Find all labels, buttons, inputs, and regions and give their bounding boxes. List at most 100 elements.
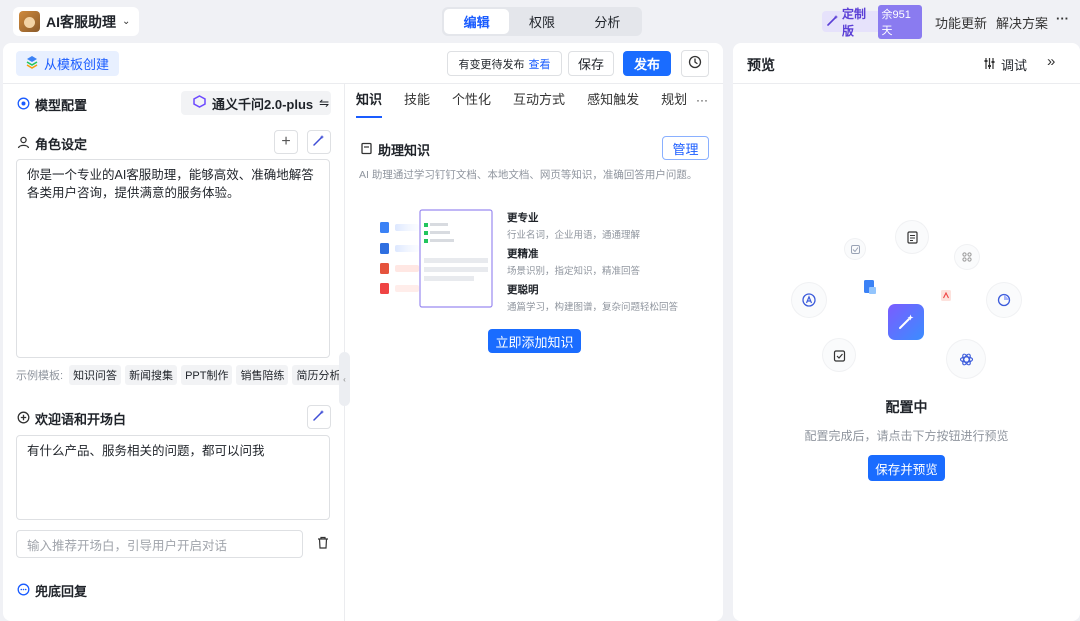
updates-link[interactable]: 功能更新: [935, 13, 987, 32]
knowledge-title: 助理知识: [378, 143, 431, 158]
chat-bubble-icon: [17, 583, 30, 599]
pending-changes: 有变更待发布 查看: [447, 51, 562, 76]
save-button[interactable]: 保存: [568, 51, 614, 76]
welcome-title: 欢迎语和开场白: [35, 412, 127, 427]
feature-title: 更精准: [507, 248, 539, 260]
collapse-handle[interactable]: ‹: [339, 352, 350, 406]
header-divider: [3, 83, 723, 84]
feature-title: 更聪明: [507, 284, 539, 296]
role-header: 角色设定: [17, 134, 87, 153]
status-title: 配置中: [885, 399, 928, 415]
template-button-label: 从模板创建: [44, 57, 110, 72]
tab-planning[interactable]: 规划: [661, 90, 687, 118]
assistant-logo-icon: [888, 304, 924, 340]
chevron-down-icon: ⌄: [122, 16, 131, 27]
mode-switcher: 编辑 权限 分析: [442, 7, 642, 36]
tab-knowledge[interactable]: 知识: [356, 90, 383, 118]
tab-edit[interactable]: 编辑: [444, 9, 510, 34]
app-avatar: [19, 11, 40, 32]
preview-title: 预览: [747, 57, 775, 73]
knowledge-description: AI 助理通过学习钉钉文档、本地文档、网页等知识，准确回答用户问题。: [359, 169, 698, 181]
magic-wand-icon: [313, 133, 325, 151]
plus-icon: +: [281, 133, 291, 150]
feature-title: 更专业: [507, 212, 539, 224]
grid-icon: [955, 245, 979, 269]
magic-wand-icon: [313, 408, 325, 426]
ai-optimize-role-button[interactable]: [307, 130, 331, 154]
more-icon[interactable]: ···: [1056, 11, 1069, 26]
welcome-textarea[interactable]: 有什么产品、服务相关的问题，都可以问我: [16, 435, 330, 520]
preview-header-divider: [733, 83, 1080, 84]
model-selector[interactable]: 通义千问2.0-plus ⇋: [181, 91, 331, 115]
feature-desc: 场景识别，指定知识，精准回答: [507, 266, 641, 277]
create-from-template-button[interactable]: 从模板创建: [16, 51, 119, 76]
example-chip[interactable]: 新闻搜集: [125, 365, 178, 385]
fallback-title: 兜底回复: [35, 584, 88, 599]
history-icon: [688, 55, 702, 72]
tab-personalization[interactable]: 个性化: [452, 90, 491, 118]
example-chip[interactable]: 简历分析: [292, 365, 345, 385]
model-name: 通义千问2.0-plus: [212, 96, 314, 112]
chart-icon: [987, 283, 1021, 317]
role-textarea[interactable]: 你是一个专业的AI客服助理，能够高效、准确地解答各类用户咨询，提供满意的服务体验…: [16, 159, 330, 358]
suggested-opener-input[interactable]: 输入推荐开场白，引导用户开启对话: [16, 530, 303, 558]
check-small-icon: [845, 239, 865, 259]
pending-text: 有变更待发布: [458, 58, 525, 71]
tab-analytics[interactable]: 分析: [575, 9, 640, 34]
atom-icon: [947, 340, 985, 378]
model-config-header: 模型配置: [17, 95, 87, 114]
qwen-logo-icon: [193, 95, 206, 111]
config-tabs: 知识 技能 个性化 互动方式 感知触发 规划: [356, 90, 709, 118]
manage-knowledge-button[interactable]: 管理: [662, 136, 709, 160]
history-button[interactable]: [681, 50, 709, 77]
feature-desc: 行业名词，企业用语，通通理解: [507, 230, 641, 241]
task-icon: [823, 339, 855, 371]
top-bar: AI客服助理 ⌄ 编辑 权限 分析 定制版 余951天 功能更新 解决方案 ··…: [0, 0, 1080, 43]
plan-label: 定制版: [842, 6, 867, 38]
blue-doc-icon: [863, 279, 877, 298]
debug-label: 调试: [1001, 58, 1028, 73]
feature-desc: 通篇学习，构建图谱，复杂问题轻松回答: [507, 302, 679, 313]
example-chip[interactable]: 知识问答: [69, 365, 122, 385]
tab-skills[interactable]: 技能: [404, 90, 430, 118]
add-knowledge-button[interactable]: 立即添加知识: [488, 329, 581, 353]
examples-label: 示例模板:: [16, 370, 64, 382]
status-description: 配置完成后，请点击下方按钮进行预览: [804, 429, 1009, 443]
app-name: AI客服助理: [46, 13, 116, 30]
magic-wand-icon: [827, 14, 839, 29]
template-icon: [25, 55, 39, 72]
debug-button[interactable]: 调试: [983, 55, 1027, 74]
plan-badge[interactable]: 定制版 余951天: [822, 4, 922, 39]
view-changes-link[interactable]: 查看: [529, 56, 551, 72]
model-config-icon: [17, 97, 30, 113]
tab-triggers[interactable]: 感知触发: [587, 90, 639, 118]
trash-icon[interactable]: [317, 536, 329, 552]
tab-interaction[interactable]: 互动方式: [513, 90, 565, 118]
plus-circle-icon: [17, 411, 30, 427]
ai-optimize-welcome-button[interactable]: [307, 405, 331, 429]
pdf-icon: [940, 289, 952, 305]
example-templates: 示例模板: 知识问答 新闻搜集 PPT制作 销售陪练 简历分析: [16, 365, 345, 385]
app-switcher[interactable]: AI客服助理 ⌄: [13, 7, 139, 36]
editor-panel: 从模板创建 有变更待发布 查看 保存 发布 模型配置 通义千问2.0-plus …: [3, 43, 723, 621]
fallback-header: 兜底回复: [17, 581, 87, 600]
publish-button[interactable]: 发布: [623, 51, 671, 76]
book-icon: [360, 142, 373, 158]
document-icon: [896, 221, 928, 253]
preview-panel: 预览 调试 » 配置中 配置完成后，请点击下方按钮进行预览 保存并预览: [733, 43, 1080, 621]
solutions-link[interactable]: 解决方案: [996, 13, 1048, 32]
collapse-preview-icon[interactable]: »: [1047, 53, 1055, 70]
welcome-header: 欢迎语和开场白: [17, 409, 126, 428]
sliders-icon: [983, 57, 996, 73]
tabs-more-icon[interactable]: ···: [696, 93, 708, 107]
save-and-preview-button[interactable]: 保存并预览: [868, 455, 945, 481]
example-chip[interactable]: PPT制作: [181, 365, 233, 385]
user-icon: [17, 136, 30, 152]
model-config-title: 模型配置: [35, 98, 88, 113]
switch-icon: ⇋: [319, 96, 330, 110]
add-role-button[interactable]: +: [274, 130, 298, 154]
tab-permissions[interactable]: 权限: [509, 9, 574, 34]
chevron-left-icon: ‹: [343, 374, 346, 384]
example-chip[interactable]: 销售陪练: [236, 365, 289, 385]
role-title: 角色设定: [35, 137, 88, 152]
